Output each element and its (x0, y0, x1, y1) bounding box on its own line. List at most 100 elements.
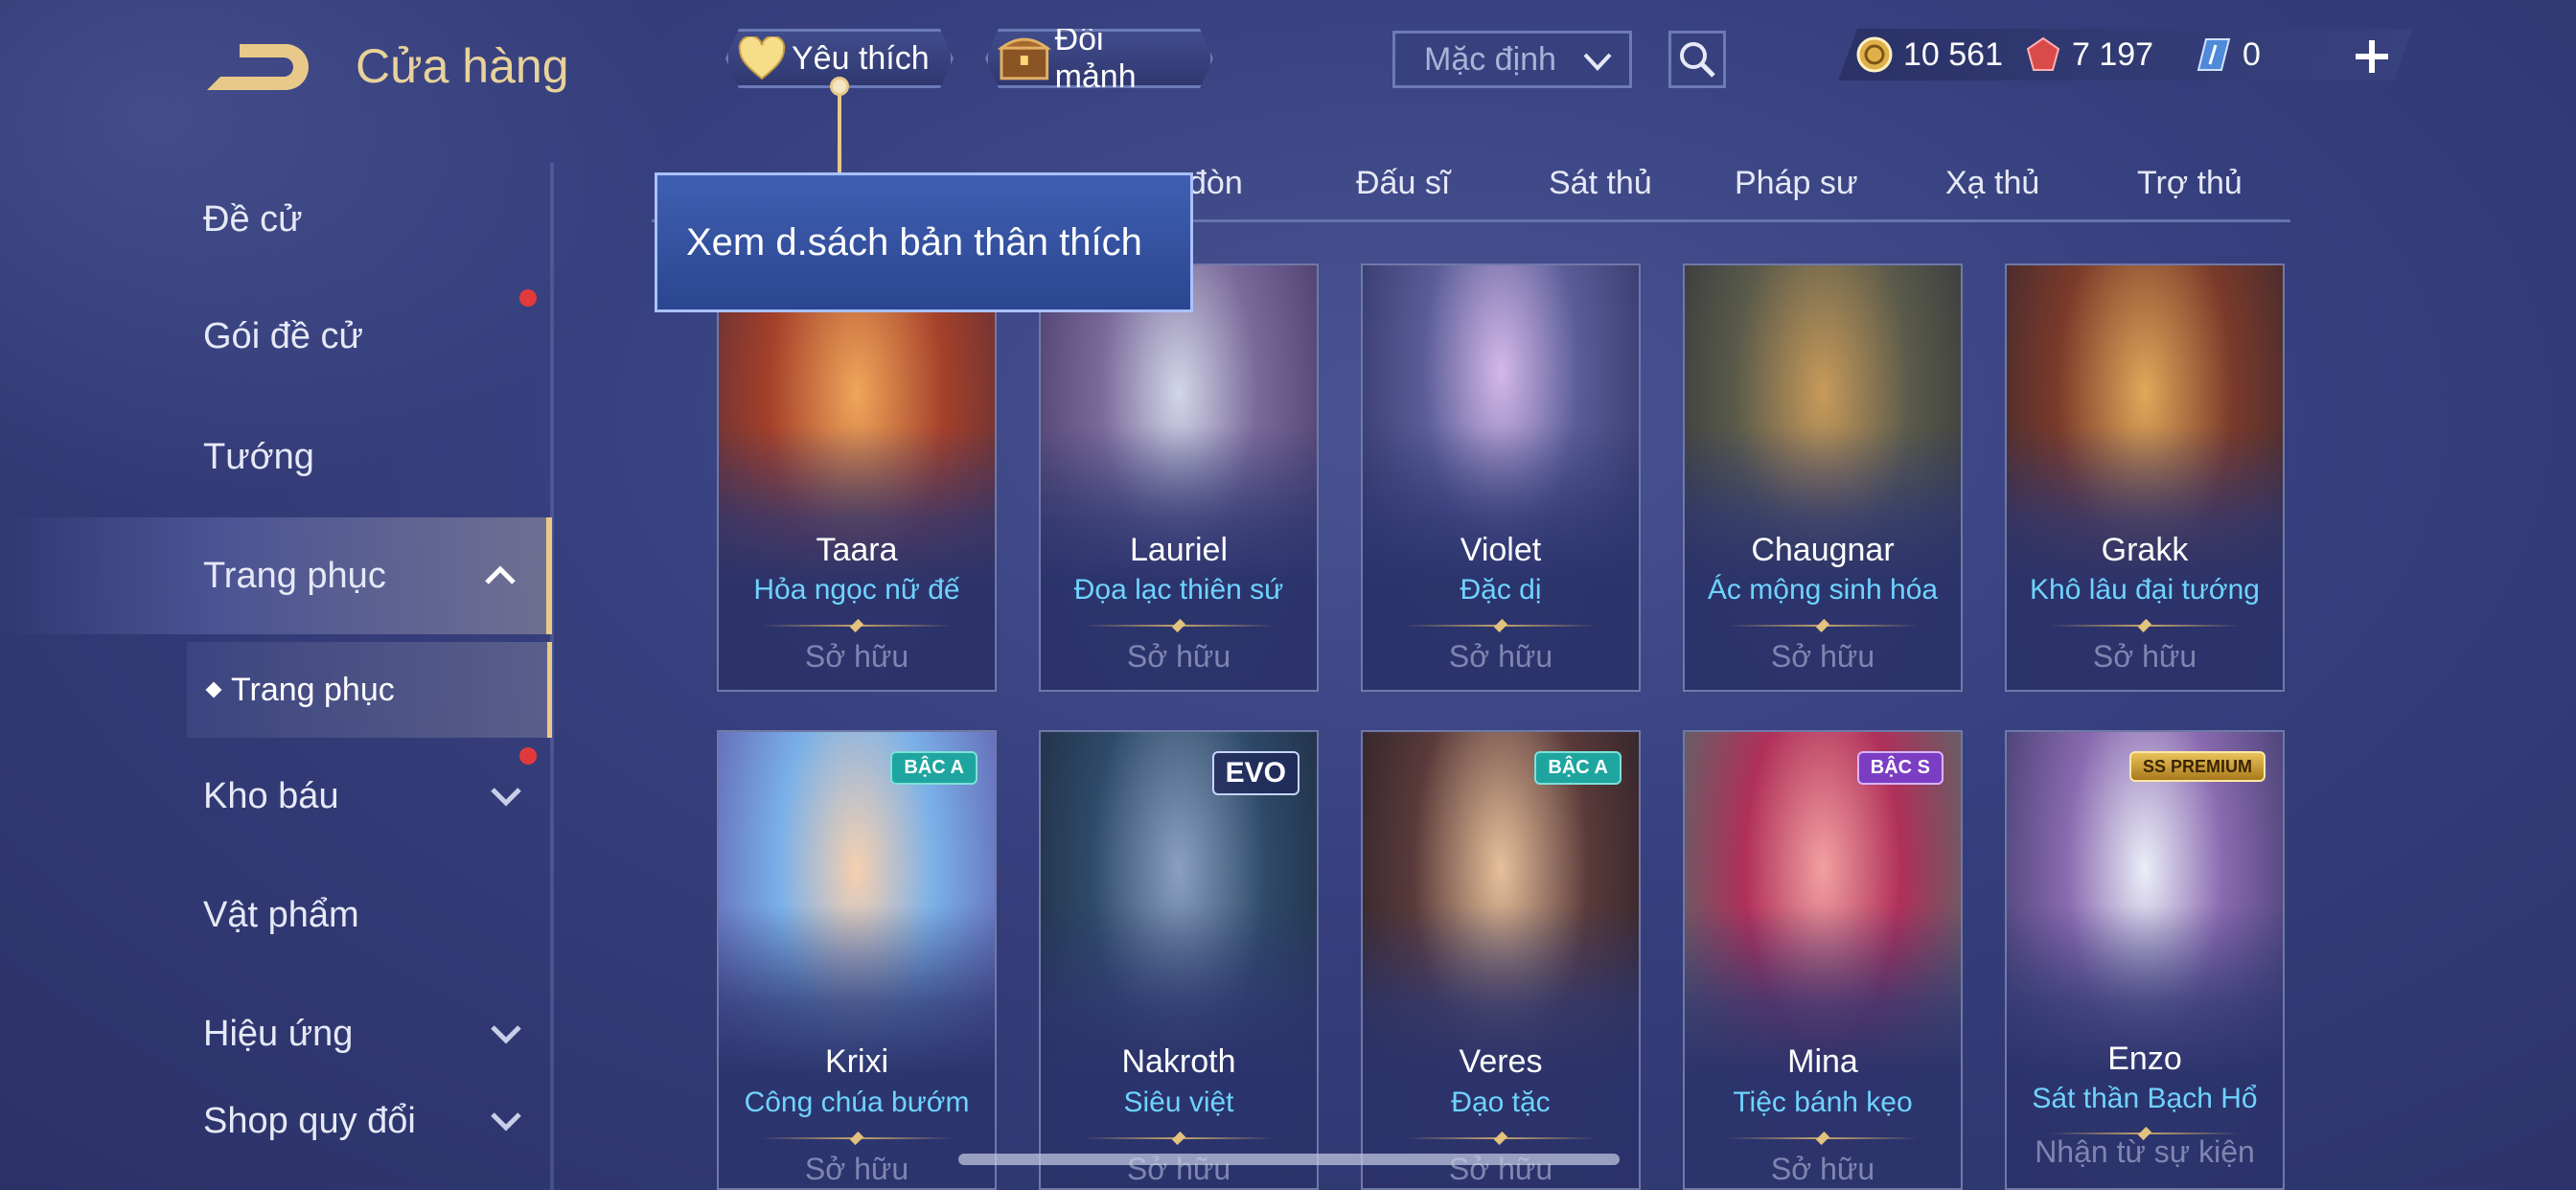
card-separator (1083, 625, 1275, 627)
blue-voucher-icon (2196, 38, 2231, 71)
favorites-tooltip: Xem d.sách bản thân thích (655, 172, 1193, 312)
card-separator (2049, 625, 2241, 627)
chevron-down-icon (491, 1025, 521, 1044)
tier-badge: BẬC A (890, 751, 978, 785)
skin-name: Siêu việt (1123, 1087, 1234, 1118)
skin-name: Sát thần Bạch Hổ (2032, 1083, 2258, 1114)
skin-card-chaugnar[interactable]: Chaugnar Ác mộng sinh hóa Sở hữu (1683, 263, 1963, 692)
card-separator (1083, 1137, 1275, 1139)
favorites-label: Yêu thích (792, 39, 930, 77)
sidebar-item-treasure[interactable]: Kho báu (0, 738, 552, 855)
hero-name: Veres (1459, 1043, 1543, 1080)
sidebar-subitem-label: Trang phục (231, 671, 395, 708)
card-separator (761, 625, 953, 627)
owned-status: Sở hữu (1770, 639, 1875, 674)
skin-name: Đạo tặc (1451, 1087, 1551, 1118)
card-separator (1727, 1137, 1919, 1139)
tier-badge: SS PREMIUM (2128, 751, 2266, 782)
tier-badge: BẬC S (1856, 751, 1944, 785)
tab-mage[interactable]: Pháp sư (1735, 165, 1858, 202)
hero-name: Mina (1787, 1043, 1858, 1080)
chest-icon (998, 34, 1051, 82)
diamond-icon (205, 681, 222, 698)
plus-icon (2356, 40, 2388, 73)
skin-name: Tiệc bánh kẹo (1733, 1087, 1913, 1118)
hero-name: Krixi (824, 1043, 889, 1080)
sidebar-item-heroes[interactable]: Tướng (0, 399, 552, 515)
skin-name: Công chúa bướm (744, 1087, 970, 1118)
sidebar-item-skins[interactable]: Trang phục (0, 517, 552, 634)
skin-card-violet[interactable]: Violet Đặc dị Sở hữu (1361, 263, 1641, 692)
skin-card-enzo[interactable]: SS PREMIUM Enzo Sát thần Bạch Hổ Nhận từ… (2005, 730, 2285, 1190)
sidebar-item-label: Hiệu ứng (203, 1013, 354, 1054)
gold-amount: 10 561 (1903, 35, 2003, 73)
tooltip-anchor (830, 77, 849, 96)
sidebar-item-recommended[interactable]: Đề cử (0, 161, 552, 278)
skin-card-taara[interactable]: Taara Hỏa ngọc nữ đế Sở hữu (717, 263, 997, 692)
hero-name: Grakk (2101, 532, 2189, 568)
card-separator (1405, 1137, 1597, 1139)
tooltip-connector (838, 84, 841, 172)
sidebar-item-label: Kho báu (203, 775, 339, 816)
sidebar-item-recommended-packs[interactable]: Gói đề cử (0, 278, 552, 395)
blue-currency: 0 (2195, 31, 2261, 79)
skin-name: Hỏa ngọc nữ đế (753, 574, 960, 606)
owned-status: Sở hữu (1448, 639, 1553, 674)
gold-currency: 10 561 (1855, 31, 2003, 79)
page-title: Cửa hàng (356, 39, 569, 93)
tab-fighter[interactable]: Đấu sĩ (1356, 165, 1450, 202)
hero-name: Enzo (2107, 1041, 2182, 1077)
card-separator (761, 1137, 953, 1139)
chevron-down-icon (491, 1112, 521, 1132)
tier-badge: EVO (1211, 751, 1300, 795)
skin-card-krixi[interactable]: BẬC A Krixi Công chúa bướm Sở hữu (717, 730, 997, 1190)
tab-assassin[interactable]: Sát thủ (1549, 165, 1652, 202)
owned-status: Sở hữu (804, 639, 909, 674)
sidebar-item-exchange-shop[interactable]: Shop quy đổi (0, 1073, 552, 1169)
back-icon (207, 44, 309, 90)
chevron-up-icon (485, 565, 516, 584)
hero-name: Violet (1460, 532, 1542, 568)
owned-status: Sở hữu (1126, 639, 1231, 674)
sidebar-item-label: Shop quy đổi (203, 1100, 416, 1141)
hero-name: Nakroth (1121, 1043, 1236, 1080)
card-separator (1405, 625, 1597, 627)
search-button[interactable] (1668, 31, 1726, 88)
back-button[interactable] (201, 38, 309, 96)
tab-tank[interactable]: đòn (1188, 165, 1243, 202)
sort-value: Mặc định (1424, 40, 1556, 78)
red-gem-icon (2026, 36, 2060, 71)
skin-name: Đặc dị (1460, 574, 1542, 606)
skin-name: Ác mộng sinh hóa (1707, 574, 1939, 606)
owned-status: Sở hữu (1770, 1152, 1875, 1186)
skin-card-lauriel[interactable]: Lauriel Đọa lạc thiên sứ Sở hữu (1039, 263, 1319, 692)
hero-name: Lauriel (1129, 532, 1229, 568)
sidebar-item-items[interactable]: Vật phẩm (0, 857, 552, 973)
chevron-down-icon (1583, 53, 1612, 71)
skin-name: Khô lâu đại tướng (2030, 574, 2260, 606)
skin-card-nakroth[interactable]: EVO Nakroth Siêu việt Sở hữu (1039, 730, 1319, 1190)
add-currency-button[interactable] (2348, 33, 2396, 80)
chevron-down-icon (491, 788, 521, 807)
skin-name: Đọa lạc thiên sứ (1073, 574, 1284, 606)
exchange-fragments-button[interactable]: Đổi mảnh (985, 29, 1213, 88)
gold-coin-icon (1856, 36, 1893, 73)
tab-support[interactable]: Trợ thủ (2137, 165, 2242, 202)
home-indicator[interactable] (958, 1154, 1620, 1165)
sidebar-item-label: Đề cử (203, 198, 303, 240)
skin-card-mina[interactable]: BẬC S Mina Tiệc bánh kẹo Sở hữu (1683, 730, 1963, 1190)
owned-status: Sở hữu (804, 1152, 909, 1186)
heart-icon (738, 36, 786, 80)
notification-dot (519, 289, 537, 307)
sidebar-subitem-skins[interactable]: Trang phục (187, 642, 552, 738)
sort-select[interactable]: Mặc định (1392, 31, 1632, 88)
sidebar-item-label: Gói đề cử (203, 315, 363, 356)
tab-marksman[interactable]: Xạ thủ (1945, 165, 2039, 202)
owned-status: Sở hữu (2092, 639, 2197, 674)
red-currency: 7 197 (2024, 31, 2153, 79)
skin-card-veres[interactable]: BẬC A Veres Đạo tặc Sở hữu (1361, 730, 1641, 1190)
hero-name: Chaugnar (1751, 532, 1895, 568)
fragments-label: Đổi mảnh (1054, 21, 1137, 95)
skin-card-grakk[interactable]: Grakk Khô lâu đại tướng Sở hữu (2005, 263, 2285, 692)
tooltip-text: Xem d.sách bản thân thích (686, 220, 1142, 263)
